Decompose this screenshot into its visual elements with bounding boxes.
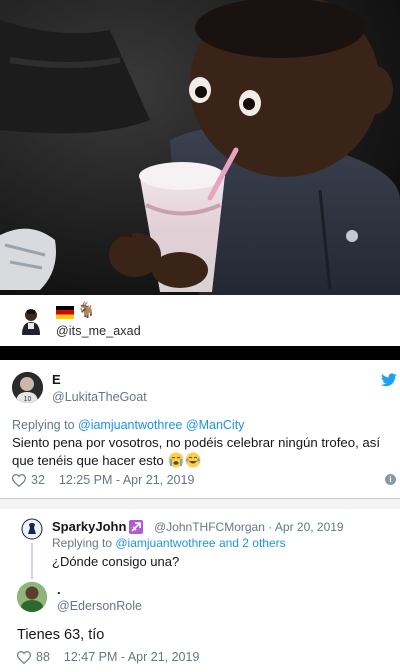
tottenham-crest-icon bbox=[21, 518, 43, 540]
reply-meta: 88 12:47 PM - Apr 21, 2019 bbox=[17, 650, 199, 664]
timestamp[interactable]: 12:25 PM - Apr 21, 2019 bbox=[59, 473, 195, 487]
section-gap bbox=[0, 499, 400, 509]
reply-tweet-text: Tienes 63, tío bbox=[17, 627, 105, 643]
twitter-bird-icon[interactable] bbox=[381, 373, 397, 387]
replying-prefix: Replying to bbox=[12, 418, 79, 432]
reply-handle[interactable]: @EdersonRole bbox=[57, 599, 142, 613]
display-name[interactable]: E bbox=[52, 372, 61, 387]
laughing-tears-icon bbox=[185, 452, 201, 468]
parent-replying-to-link[interactable]: @iamjuantwothree and 2 others bbox=[115, 536, 285, 550]
user-photo-icon bbox=[17, 582, 47, 612]
parent-display-name[interactable]: SparkyJohn bbox=[52, 519, 144, 534]
like-count: 88 bbox=[36, 650, 50, 664]
parent-handle-and-date[interactable]: @JohnTHFCMorgan · Apr 20, 2019 bbox=[154, 520, 344, 534]
parent-replying-prefix: Replying to bbox=[52, 536, 116, 550]
crying-face-icon bbox=[168, 452, 184, 468]
avatar[interactable]: 10 bbox=[12, 372, 43, 403]
avatar[interactable] bbox=[21, 518, 43, 540]
avatar[interactable] bbox=[17, 582, 47, 612]
meme-photo bbox=[0, 0, 400, 295]
avatar[interactable] bbox=[20, 307, 42, 335]
tweet-thread-card: SparkyJohn @JohnTHFCMorgan · Apr 20, 201… bbox=[0, 509, 400, 672]
parent-tweet-text: ¿Dónde consigo una? bbox=[52, 554, 180, 569]
heart-icon[interactable] bbox=[12, 473, 26, 487]
tweet-text: Siento pena por vosotros, no podéis cele… bbox=[12, 434, 392, 470]
user-handle[interactable]: @LukitaTheGoat bbox=[52, 390, 147, 404]
goat-icon: 🐐 bbox=[77, 302, 96, 319]
reply-display-name[interactable]: . bbox=[57, 582, 61, 597]
sagittarius-icon bbox=[129, 519, 144, 534]
tweet-card: 10 E @LukitaTheGoat Replying to @iamjuan… bbox=[0, 360, 400, 498]
thread-connector bbox=[31, 543, 33, 579]
info-icon[interactable]: i bbox=[385, 474, 396, 485]
heart-icon[interactable] bbox=[17, 650, 31, 664]
section-divider bbox=[0, 346, 400, 360]
parent-replying-to: Replying to @iamjuantwothree and 2 other… bbox=[52, 536, 286, 550]
replying-to: Replying to @iamjuantwothree @ManCity bbox=[12, 418, 244, 432]
timestamp[interactable]: 12:47 PM - Apr 21, 2019 bbox=[64, 650, 200, 664]
user-photo-icon: 10 bbox=[12, 372, 43, 403]
baby-drinking-milkshake-image bbox=[0, 0, 400, 295]
meme-author-handle[interactable]: @its_me_axad bbox=[56, 324, 141, 338]
tweet-meta: 32 12:25 PM - Apr 21, 2019 bbox=[12, 473, 194, 487]
replying-to-link[interactable]: @iamjuantwothree @ManCity bbox=[78, 418, 244, 432]
like-count: 32 bbox=[31, 473, 45, 487]
meme-author-strip: 🐐 @its_me_axad bbox=[0, 295, 400, 345]
germany-flag-icon bbox=[56, 306, 74, 319]
svg-text:10: 10 bbox=[24, 396, 32, 403]
parent-display-name-text: SparkyJohn bbox=[52, 519, 127, 534]
